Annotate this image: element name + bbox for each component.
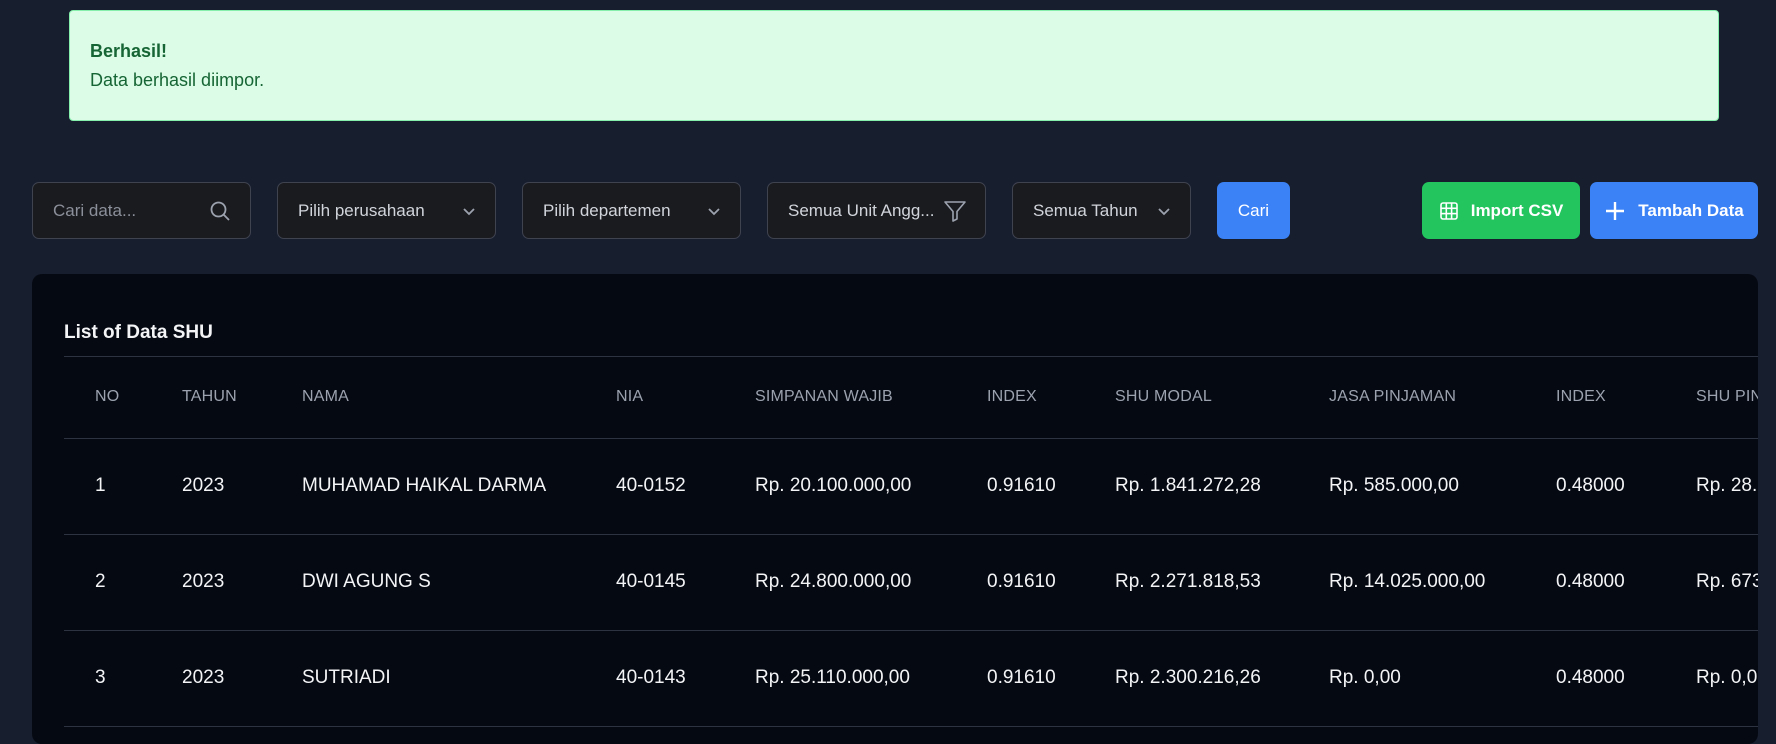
table-cell: 40-0152 <box>616 438 755 535</box>
table-cell: Rp. 1.841.272,28 <box>1115 438 1329 535</box>
table-cell: Rp. 673.200,00 <box>1696 534 1758 631</box>
table-cell: Rp. 25.110.000,00 <box>755 630 987 727</box>
year-select-value: Semua Tahun <box>1033 200 1138 220</box>
table-cell: Rp. 0,00 <box>1329 630 1556 727</box>
table-cell: 1 <box>64 438 182 535</box>
table-cell: 2023 <box>182 438 302 535</box>
success-alert: Berhasil! Data berhasil diimpor. <box>69 10 1719 121</box>
table-cell: 0.91610 <box>987 534 1115 631</box>
table-cell: SUTRIADI <box>302 630 616 727</box>
table-cell: 0.48000 <box>1556 534 1696 631</box>
table-row[interactable]: 1 2023 MUHAMAD HAIKAL DARMA 40-0152 Rp. … <box>64 438 1758 535</box>
plus-icon <box>1604 200 1626 222</box>
filter-icon <box>943 199 967 223</box>
table-row[interactable]: 3 2023 SUTRIADI 40-0143 Rp. 25.110.000,0… <box>64 630 1758 727</box>
table-cell: DWI AGUNG S <box>302 534 616 631</box>
chevron-down-icon <box>706 203 722 219</box>
company-select-value: Pilih perusahaan <box>298 200 425 220</box>
table-cell: Rp. 2.271.818,53 <box>1115 534 1329 631</box>
table-cell: Rp. 585.000,00 <box>1329 438 1556 535</box>
table-cell: Rp. 20.100.000,00 <box>755 438 987 535</box>
table-cell: 0.91610 <box>987 438 1115 535</box>
search-input[interactable] <box>53 200 203 221</box>
table-cell: Rp. 0,00 <box>1696 630 1758 727</box>
unit-filter-value: Semua Unit Angg... <box>788 200 935 220</box>
chevron-down-icon <box>461 203 477 219</box>
add-data-label: Tambah Data <box>1638 200 1744 220</box>
add-data-button[interactable]: Tambah Data <box>1590 182 1758 239</box>
column-header: INDEX <box>987 357 1115 439</box>
column-header: JASA PINJAMAN <box>1329 357 1556 439</box>
import-csv-button[interactable]: Import CSV <box>1422 182 1580 239</box>
column-header: TAHUN <box>182 357 302 439</box>
search-button[interactable]: Cari <box>1217 182 1290 239</box>
table-cell: MUHAMAD HAIKAL DARMA <box>302 438 616 535</box>
table-cell: 0.48000 <box>1556 438 1696 535</box>
table-header-row: NO TAHUN NAMA NIA SIMPANAN WAJIB INDEX S… <box>64 357 1758 439</box>
column-header: SHU MODAL <box>1115 357 1329 439</box>
column-header: NO <box>64 357 182 439</box>
table-cell: 0.48000 <box>1556 630 1696 727</box>
shu-table: NO TAHUN NAMA NIA SIMPANAN WAJIB INDEX S… <box>64 357 1758 727</box>
search-box[interactable] <box>32 182 251 239</box>
table-title: List of Data SHU <box>64 322 213 343</box>
department-select[interactable]: Pilih departemen <box>522 182 741 239</box>
table-container[interactable]: NO TAHUN NAMA NIA SIMPANAN WAJIB INDEX S… <box>64 356 1758 744</box>
company-select[interactable]: Pilih perusahaan <box>277 182 496 239</box>
spreadsheet-icon <box>1439 201 1459 221</box>
table-cell: 3 <box>64 630 182 727</box>
column-header: SHU PINJAMAN <box>1696 357 1758 439</box>
table-cell: 40-0145 <box>616 534 755 631</box>
search-icon[interactable] <box>208 199 232 223</box>
table-cell: Rp. 24.800.000,00 <box>755 534 987 631</box>
table-cell: 40-0143 <box>616 630 755 727</box>
table-cell: 2023 <box>182 630 302 727</box>
alert-message: Data berhasil diimpor. <box>90 70 265 90</box>
column-header: INDEX <box>1556 357 1696 439</box>
year-select[interactable]: Semua Tahun <box>1012 182 1191 239</box>
table-cell: Rp. 14.025.000,00 <box>1329 534 1556 631</box>
import-csv-label: Import CSV <box>1470 200 1564 220</box>
table-row[interactable]: 2 2023 DWI AGUNG S 40-0145 Rp. 24.800.00… <box>64 534 1758 631</box>
column-header: NAMA <box>302 357 616 439</box>
alert-title: Berhasil! <box>90 41 168 61</box>
filter-toolbar: Pilih perusahaan Pilih departemen Semua … <box>32 182 1776 239</box>
table-cell: 2 <box>64 534 182 631</box>
department-select-value: Pilih departemen <box>543 200 671 220</box>
table-cell: 0.91610 <box>987 630 1115 727</box>
table-cell: 2023 <box>182 534 302 631</box>
chevron-down-icon <box>1156 203 1172 219</box>
data-panel: List of Data SHU NO TAHUN NAMA NIA SIMPA… <box>32 274 1758 744</box>
unit-filter[interactable]: Semua Unit Angg... <box>767 182 986 239</box>
column-header: NIA <box>616 357 755 439</box>
column-header: SIMPANAN WAJIB <box>755 357 987 439</box>
table-cell: Rp. 28.080,00 <box>1696 438 1758 535</box>
table-cell: Rp. 2.300.216,26 <box>1115 630 1329 727</box>
